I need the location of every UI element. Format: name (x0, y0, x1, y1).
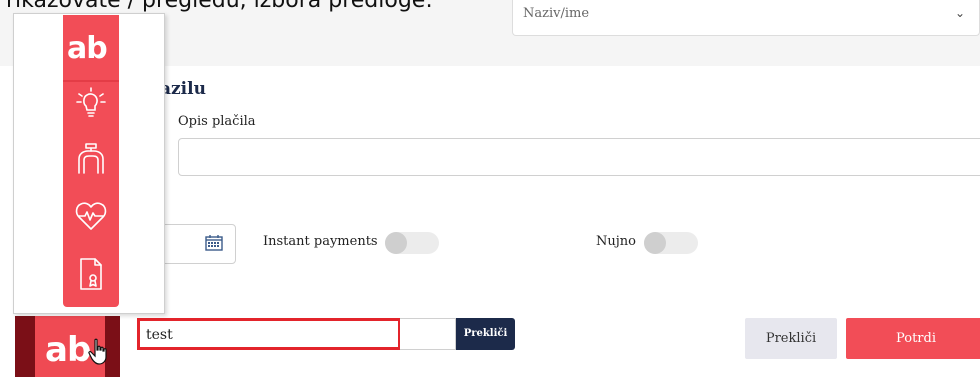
divider (63, 80, 119, 82)
pipe-icon[interactable] (73, 141, 109, 177)
hand-cursor-icon (88, 338, 107, 365)
heart-pulse-icon[interactable] (73, 198, 109, 234)
toggle-knob (385, 232, 407, 254)
name-select[interactable]: Naziv/ime ⌄ (512, 0, 980, 36)
section-title: azilu (160, 79, 206, 99)
panel-logo-text: ab (67, 31, 108, 66)
urgent-label: Nujno (596, 234, 636, 249)
lightbulb-icon[interactable] (73, 86, 109, 122)
search-input[interactable]: test (137, 318, 401, 350)
chevron-down-icon: ⌄ (954, 6, 965, 20)
search-cancel-button[interactable]: Prekliči (456, 318, 515, 350)
confirm-button[interactable]: Potrdi (846, 318, 980, 359)
top-caption: rikazovate / pregledu, izbora predloge: (6, 0, 433, 13)
panel-logo[interactable]: ab (63, 15, 119, 81)
toggle-knob (644, 232, 666, 254)
search-input-value: test (146, 327, 173, 343)
instant-payments-label: Instant payments (263, 234, 378, 249)
certificate-icon[interactable] (73, 256, 109, 292)
instant-payments-toggle[interactable] (385, 232, 439, 254)
name-select-value: Naziv/ime (523, 6, 590, 21)
logo-text: ab (45, 330, 91, 370)
description-label: Opis plačila (178, 114, 256, 129)
search-input-extension[interactable] (400, 318, 456, 350)
calendar-icon[interactable] (205, 234, 223, 251)
description-input[interactable] (178, 138, 980, 176)
cancel-button[interactable]: Prekliči (745, 318, 837, 359)
urgent-toggle[interactable] (644, 232, 698, 254)
